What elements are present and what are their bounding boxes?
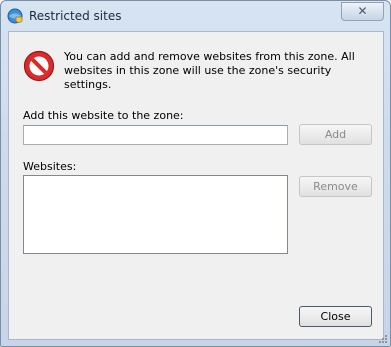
window-close-button[interactable]: ✕: [341, 2, 384, 21]
website-url-input[interactable]: [23, 125, 288, 145]
resize-grip-icon[interactable]: [378, 334, 388, 344]
title-bar[interactable]: Restricted sites ✕: [1, 1, 390, 31]
close-icon: ✕: [357, 4, 368, 18]
remove-button[interactable]: Remove: [299, 176, 372, 197]
restricted-stop-icon: [23, 50, 55, 82]
restricted-sites-dialog: Restricted sites ✕ You can add and remov…: [0, 0, 391, 347]
add-website-label: Add this website to the zone:: [23, 109, 184, 122]
add-button[interactable]: Add: [299, 124, 372, 145]
ie-globe-shield-icon: [7, 8, 23, 24]
websites-list[interactable]: [23, 175, 288, 254]
window-title: Restricted sites: [29, 9, 122, 23]
websites-label: Websites:: [23, 160, 77, 173]
close-button[interactable]: Close: [299, 306, 372, 327]
zone-info-text: You can add and remove websites from thi…: [64, 50, 355, 91]
dialog-body: You can add and remove websites from thi…: [8, 31, 384, 340]
